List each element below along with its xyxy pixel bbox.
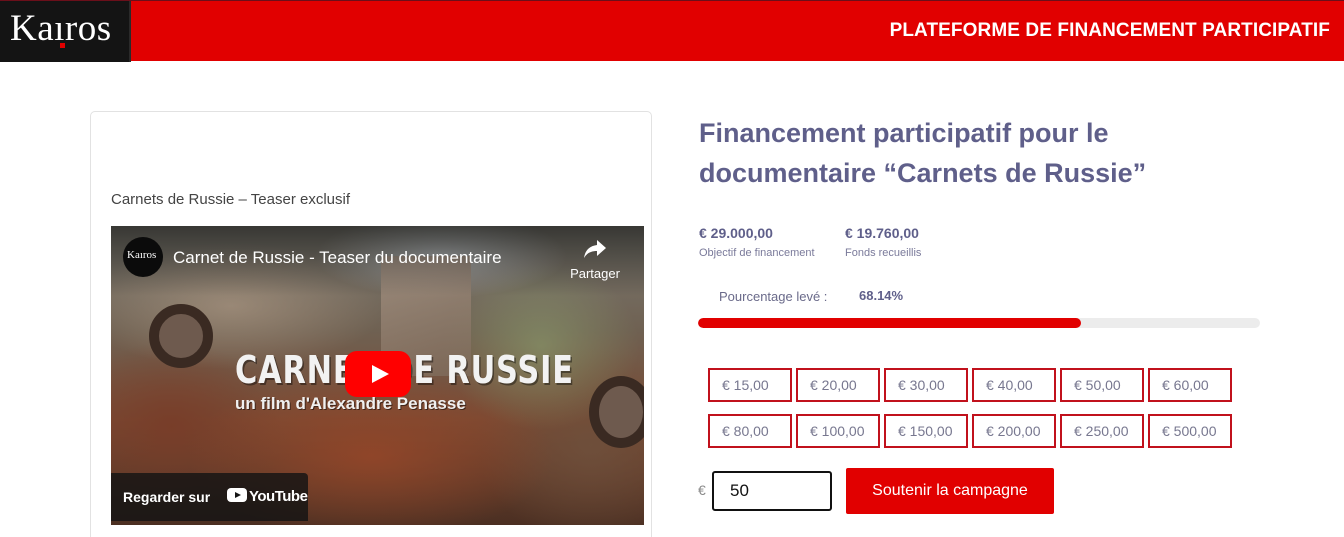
amount-option[interactable]: € 500,00 [1148,414,1232,448]
goal-value: € 29.000,00 [699,225,773,241]
amount-option[interactable]: € 250,00 [1060,414,1144,448]
share-button[interactable]: Partager [563,238,627,281]
youtube-play-icon [227,488,247,502]
goal-label: Objectif de financement [699,247,815,259]
site-header: Kaıros PLATEFORME DE FINANCEMENT PARTICI… [0,0,1344,62]
header-title: PLATEFORME DE FINANCEMENT PARTICIPATIF [889,20,1330,41]
amount-option[interactable]: € 150,00 [884,414,968,448]
raised-stat: € 19.760,00 Fonds recueillis [845,225,921,259]
kairos-logo[interactable]: Kaıros [0,1,131,62]
youtube-player[interactable]: Kaıros Carnet de Russie - Teaser du docu… [111,226,644,525]
amount-option[interactable]: € 50,00 [1060,368,1144,402]
amount-option[interactable]: € 15,00 [708,368,792,402]
donation-amount-input[interactable] [712,471,832,511]
thumbnail-wheel [149,304,213,368]
goal-stat: € 29.000,00 Objectif de financement [699,225,815,259]
funding-progress-bar [698,318,1260,328]
amount-option[interactable]: € 20,00 [796,368,880,402]
amount-option[interactable]: € 40,00 [972,368,1056,402]
watch-on-youtube-button[interactable]: Regarder sur YouTube [111,473,308,521]
amount-option[interactable]: € 200,00 [972,414,1056,448]
channel-avatar-text: Kaıros [127,249,157,261]
raised-label: Fonds recueillis [845,247,922,259]
share-icon [584,240,606,258]
amount-option[interactable]: € 30,00 [884,368,968,402]
percent-label: Pourcentage levé : [719,289,828,304]
amount-option[interactable]: € 80,00 [708,414,792,448]
support-campaign-button[interactable]: Soutenir la campagne [846,468,1054,514]
thumbnail-wheel [589,376,644,448]
amount-option[interactable]: € 60,00 [1148,368,1232,402]
video-title-link[interactable]: Carnet de Russie - Teaser du documentair… [173,248,502,268]
play-button[interactable] [345,351,411,397]
logo-dot [60,43,65,48]
percent-value: 68.14% [859,288,904,303]
film-subtitle-overlay: un film d'Alexandre Penasse [235,394,466,413]
watch-on-label: Regarder sur [123,489,211,505]
video-caption: Carnets de Russie – Teaser exclusif [111,191,351,208]
campaign-title: Financement participatif pour le documen… [699,118,1147,188]
currency-symbol: € [698,482,706,498]
share-label: Partager [570,266,620,281]
channel-avatar[interactable]: Kaıros [123,237,163,277]
raised-value: € 19.760,00 [845,225,919,241]
amount-option[interactable]: € 100,00 [796,414,880,448]
youtube-wordmark: YouTube [249,488,308,505]
preset-amounts: € 15,00 € 20,00 € 30,00 € 40,00 € 50,00 … [708,368,1238,448]
funding-progress-fill [698,318,1081,328]
